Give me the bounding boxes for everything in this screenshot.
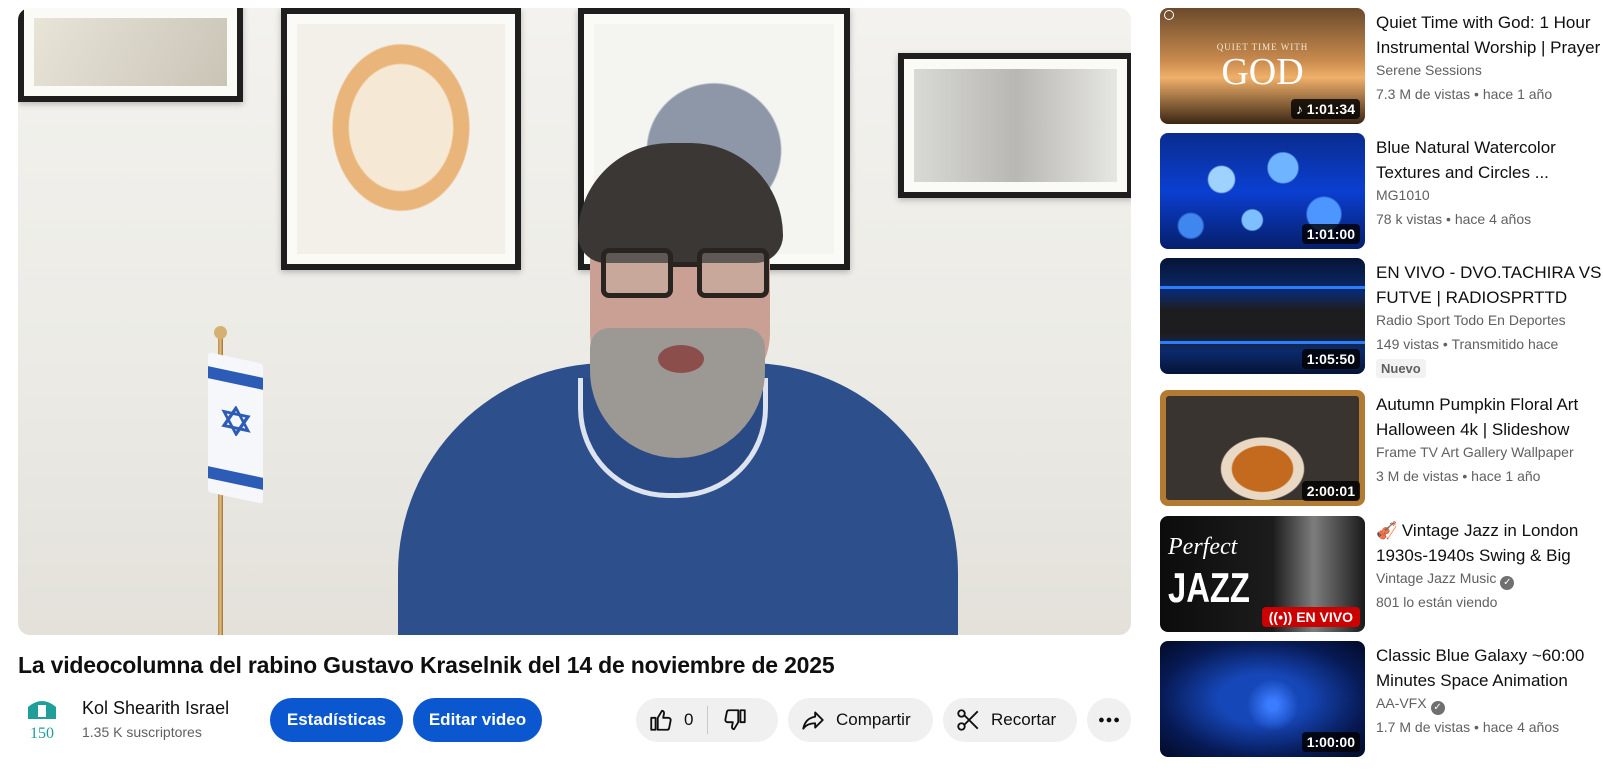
verified-icon: ✓: [1430, 701, 1445, 715]
video-thumbnail[interactable]: QUIET TIME WITH GOD ♪ 1:01:34: [1160, 8, 1365, 124]
recommendation-title[interactable]: Classic Blue Galaxy ~60:00 Minutes Space…: [1376, 643, 1603, 693]
recommendation-item[interactable]: Perfect JAZZ ((•)) EN VIVO 🎻 Vintage Jaz…: [1160, 516, 1603, 632]
video-title: La videocolumna del rabino Gustavo Krase…: [18, 652, 835, 678]
thumbs-up-icon: [650, 709, 672, 731]
more-actions-button[interactable]: [1087, 698, 1131, 742]
duration-badge: 1:01:00: [1301, 224, 1360, 244]
recommendation-title[interactable]: Blue Natural Watercolor Textures and Cir…: [1376, 135, 1603, 185]
share-button[interactable]: Compartir: [788, 698, 933, 742]
thumb-caption-big: GOD: [1221, 51, 1304, 93]
svg-text:150: 150: [30, 725, 54, 741]
new-badge: Nuevo: [1376, 359, 1426, 378]
channel-avatar[interactable]: 150: [21, 697, 63, 742]
duration-badge: ♪ 1:01:34: [1290, 99, 1360, 119]
recommendation-meta: 149 vistas • Transmitido hace: [1376, 336, 1559, 352]
video-player[interactable]: [18, 8, 1131, 635]
recommendation-title[interactable]: Autumn Pumpkin Floral Art Halloween 4k |…: [1376, 392, 1603, 442]
person-glasses: [601, 248, 771, 300]
recommendation-item[interactable]: 2:00:01 Autumn Pumpkin Floral Art Hallow…: [1160, 390, 1603, 506]
video-thumbnail[interactable]: 1:00:00: [1160, 641, 1365, 757]
like-divider: [707, 706, 709, 734]
israel-flag: [208, 352, 263, 504]
live-badge: ((•)) EN VIVO: [1261, 607, 1360, 627]
duration-badge: 2:00:01: [1301, 481, 1360, 501]
like-button[interactable]: 0: [648, 707, 693, 733]
wall-frame: [281, 8, 521, 270]
edit-video-button[interactable]: Editar video: [413, 698, 542, 742]
recommendation-channel[interactable]: AA-VFX ✓: [1376, 695, 1445, 715]
recommendation-item[interactable]: 1:05:50 EN VIVO - DVO.TACHIRA VS FUTVE |…: [1160, 258, 1603, 378]
share-icon: [802, 711, 824, 730]
recommendation-meta: 1.7 M de vistas • hace 4 años: [1376, 719, 1560, 735]
channel-name[interactable]: Kol Shearith Israel: [82, 698, 229, 719]
dislike-button[interactable]: [722, 707, 748, 733]
recommendation-channel[interactable]: Serene Sessions: [1376, 62, 1482, 78]
clip-label: Recortar: [991, 710, 1057, 729]
like-count: 0: [684, 710, 694, 729]
duration-badge: 1:00:00: [1301, 732, 1360, 752]
subscriber-count: 1.35 K suscriptores: [82, 724, 202, 740]
recommendation-meta: 801 lo están viendo: [1376, 594, 1498, 610]
recommendation-channel[interactable]: MG1010: [1376, 187, 1430, 203]
recommendation-channel[interactable]: Radio Sport Todo En Deportes: [1376, 312, 1566, 328]
like-dislike-group: 0: [636, 698, 778, 742]
wall-frame: [18, 8, 243, 102]
scissors-icon: [957, 709, 979, 731]
recommendation-item[interactable]: QUIET TIME WITH GOD ♪ 1:01:34 Quiet Time…: [1160, 8, 1603, 124]
clip-button[interactable]: Recortar: [943, 698, 1077, 742]
video-thumbnail[interactable]: 1:01:00: [1160, 133, 1365, 249]
duration-badge: 1:05:50: [1301, 349, 1360, 369]
wall-frame: [898, 53, 1131, 198]
recommendation-meta: 78 k vistas • hace 4 años: [1376, 211, 1532, 227]
recommendation-channel[interactable]: Vintage Jazz Music ✓: [1376, 570, 1515, 590]
verified-icon: ✓: [1500, 576, 1515, 590]
share-label: Compartir: [836, 710, 911, 729]
recommendation-item[interactable]: 1:00:00 Classic Blue Galaxy ~60:00 Minut…: [1160, 641, 1603, 757]
video-thumbnail[interactable]: Perfect JAZZ ((•)) EN VIVO: [1160, 516, 1365, 632]
person-mouth: [658, 345, 704, 373]
recommendation-meta: 3 M de vistas • hace 1 año: [1376, 468, 1541, 484]
video-thumbnail[interactable]: 2:00:01: [1160, 390, 1365, 506]
thumbs-down-icon: [724, 709, 747, 731]
recommendation-title[interactable]: 🎻 Vintage Jazz in London 1930s-1940s Swi…: [1376, 518, 1603, 568]
recommendation-title[interactable]: EN VIVO - DVO.TACHIRA VS FUTVE | RADIOSP…: [1376, 260, 1603, 310]
recommendation-meta: 7.3 M de vistas • hace 1 año: [1376, 86, 1553, 102]
recommendation-title[interactable]: Quiet Time with God: 1 Hour Instrumental…: [1376, 10, 1603, 60]
stats-button[interactable]: Estadísticas: [270, 698, 403, 742]
thumb-caption-big: JAZZ: [1168, 564, 1250, 611]
thumb-caption-small: Perfect: [1168, 534, 1238, 560]
more-horizontal-icon: [1099, 717, 1119, 723]
video-thumbnail[interactable]: 1:05:50: [1160, 258, 1365, 374]
recommendation-item[interactable]: 1:01:00 Blue Natural Watercolor Textures…: [1160, 133, 1603, 249]
recommendation-channel[interactable]: Frame TV Art Gallery Wallpaper: [1376, 444, 1574, 460]
flag-knob: [214, 326, 227, 339]
